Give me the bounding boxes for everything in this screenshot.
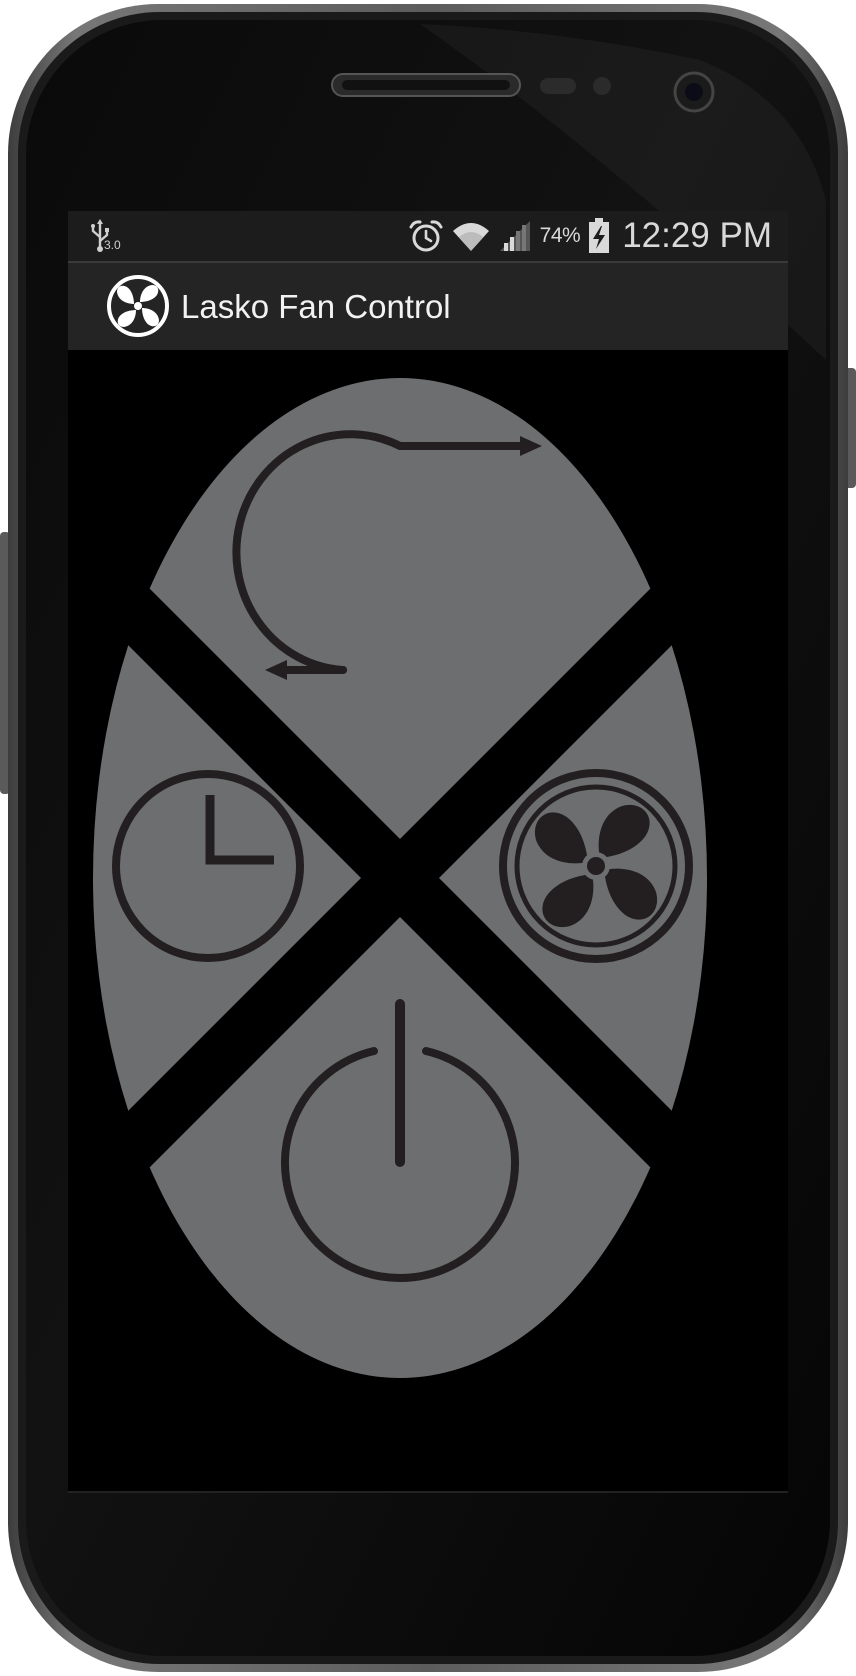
app-title: Lasko Fan Control bbox=[181, 288, 451, 325]
status-icons: 74% 12:29 PM bbox=[408, 211, 772, 261]
screen: 3.0 74% 12:29 PM Lasko Fan Control bbox=[68, 211, 788, 1491]
battery-percent: 74% bbox=[539, 224, 581, 247]
signal-icon bbox=[499, 221, 530, 251]
wifi-icon bbox=[452, 223, 489, 251]
action-bar: Lasko Fan Control bbox=[68, 263, 788, 350]
status-bar: 3.0 74% 12:29 PM bbox=[68, 211, 788, 261]
remote-control bbox=[68, 350, 788, 1491]
status-clock: 12:29 PM bbox=[622, 216, 772, 255]
remote-body bbox=[93, 378, 707, 1378]
app-fan-icon[interactable] bbox=[106, 274, 170, 338]
battery-charging-icon bbox=[589, 218, 610, 253]
alarm-icon bbox=[409, 220, 443, 252]
usb-version-label: 3.0 bbox=[104, 238, 121, 252]
